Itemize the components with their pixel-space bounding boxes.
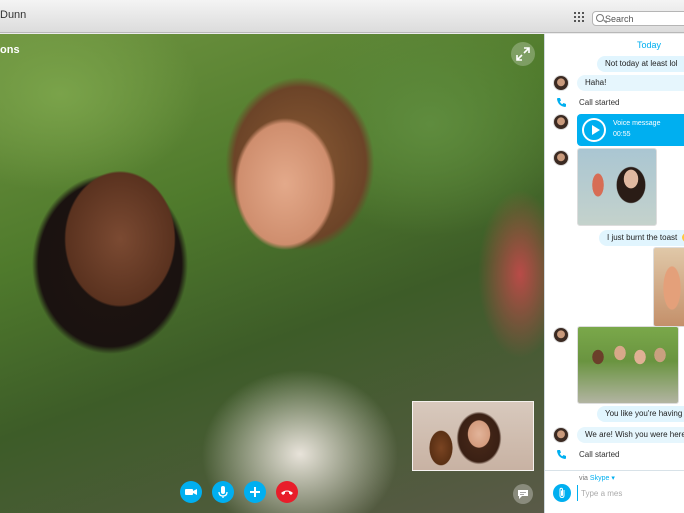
caller-name: ons	[0, 44, 20, 56]
call-event: Call started	[579, 98, 620, 107]
expand-icon	[516, 47, 530, 61]
voice-message[interactable]: Voice message 00:55	[577, 114, 684, 146]
message-bubble[interactable]: Haha!	[577, 75, 684, 91]
message-bubble[interactable]: I just burnt the toast	[599, 230, 684, 246]
add-button[interactable]	[244, 481, 266, 503]
plus-icon	[250, 487, 260, 497]
avatar[interactable]	[553, 427, 569, 443]
phone-icon	[557, 98, 566, 107]
fullscreen-button[interactable]	[511, 42, 535, 66]
chevron-down-icon[interactable]: ▾	[609, 475, 615, 482]
mute-button[interactable]	[212, 481, 234, 503]
message-text: I just burnt the toast	[607, 233, 678, 242]
search-input[interactable]	[605, 13, 684, 25]
hang-up-button[interactable]	[276, 481, 298, 503]
phone-hangup-icon	[281, 490, 293, 495]
phone-icon	[557, 450, 566, 459]
skype-window: Dunn ons	[0, 0, 684, 513]
title-bar: Dunn	[0, 0, 684, 33]
chat-panel: Today Not today at least lol Haha! Call …	[544, 34, 684, 513]
voice-message-title: Voice message	[613, 120, 661, 127]
message-bubble[interactable]: Not today at least lol	[597, 56, 684, 72]
microphone-icon	[218, 486, 228, 498]
shared-photo[interactable]	[577, 326, 679, 404]
voice-message-duration: 00:55	[613, 131, 631, 138]
message-input[interactable]	[577, 485, 681, 501]
video-call-area: ons	[0, 34, 544, 513]
avatar[interactable]	[553, 75, 569, 91]
message-bubble[interactable]: We are! Wish you were here..	[577, 427, 684, 443]
call-controls	[180, 481, 300, 505]
attach-button[interactable]	[553, 484, 571, 502]
self-view-video	[412, 401, 534, 471]
via-service-selector[interactable]: via Skype ▾	[579, 474, 615, 482]
play-icon[interactable]	[582, 118, 606, 142]
window-title: Dunn	[0, 9, 27, 21]
video-camera-icon	[185, 489, 197, 495]
avatar[interactable]	[553, 114, 569, 130]
via-label: via	[579, 475, 588, 482]
paperclip-icon	[559, 487, 565, 499]
call-event: Call started	[579, 450, 620, 459]
search-box[interactable]	[592, 11, 684, 26]
dialpad-icon[interactable]	[574, 12, 584, 22]
shared-photo[interactable]	[577, 148, 657, 226]
via-service[interactable]: Skype	[590, 475, 609, 482]
chat-bubble-icon	[518, 490, 528, 499]
message-composer: via Skype ▾	[545, 470, 684, 513]
search-icon	[596, 14, 604, 22]
video-toggle-button[interactable]	[180, 481, 202, 503]
avatar[interactable]	[553, 327, 569, 343]
message-bubble[interactable]: You like you're having f	[597, 406, 684, 422]
avatar[interactable]	[553, 150, 569, 166]
day-separator: Today	[637, 40, 662, 50]
shared-photo[interactable]	[653, 247, 684, 327]
chat-toggle-button[interactable]	[513, 484, 533, 504]
